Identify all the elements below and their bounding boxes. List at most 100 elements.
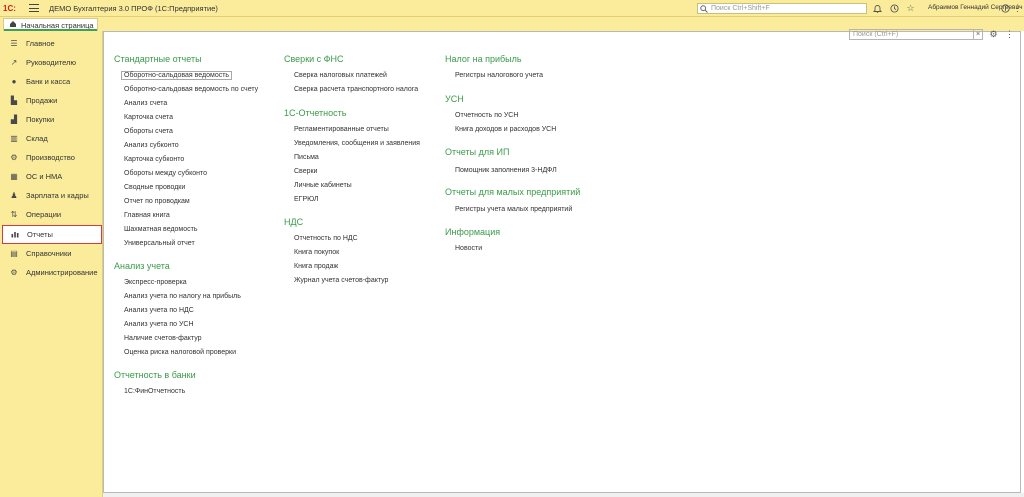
sidebar-item-label: Склад	[26, 134, 48, 143]
section-title-standard: Стандартные отчеты	[114, 54, 202, 64]
report-link[interactable]: Универсальный отчет	[124, 240, 195, 247]
sidebar-item-sales[interactable]: ▙ Продажи	[2, 91, 102, 110]
title-bar: 1С: ДЕМО Бухгалтерия 3.0 ПРОФ (1С:Предпр…	[0, 0, 1024, 17]
sidebar-item-label: ОС и НМА	[26, 172, 63, 181]
sidebar-item-label: Зарплата и кадры	[26, 191, 89, 200]
report-link[interactable]: 1С:ФинОтчетность	[124, 388, 185, 395]
report-link[interactable]: Оборотно-сальдовая ведомость	[121, 71, 233, 80]
section-title-info: Информация	[445, 227, 501, 237]
report-link[interactable]: Анализ счета	[124, 100, 167, 107]
sidebar-item-salary[interactable]: ♟ Зарплата и кадры	[2, 186, 102, 205]
sidebar-item-warehouse[interactable]: ▥ Склад	[2, 129, 102, 148]
bell-icon[interactable]	[872, 3, 883, 14]
report-link[interactable]: Главная книга	[124, 212, 170, 219]
sidebar-item-operations[interactable]: ⇅ Операции	[2, 205, 102, 224]
sidebar-item-fixed-assets[interactable]: ▦ ОС и НМА	[2, 167, 102, 186]
horizontal-scrollbar[interactable]	[103, 493, 1024, 497]
sidebar-item-catalogs[interactable]: ▤ Справочники	[2, 244, 102, 263]
report-link[interactable]: Регистры налогового учета	[455, 72, 543, 79]
report-link[interactable]: Наличие счетов-фактур	[124, 335, 202, 342]
report-link[interactable]: Сверка расчета транспортного налога	[294, 86, 418, 93]
more-icon[interactable]: ⋮	[1012, 3, 1023, 14]
chart-up-icon: ↗	[10, 58, 18, 67]
gear-icon[interactable]: ⚙	[988, 29, 999, 40]
info-icon[interactable]	[1000, 3, 1011, 14]
tab-home-label: Начальная страница	[21, 20, 94, 30]
book-icon: ▤	[10, 249, 18, 258]
report-link[interactable]: Оборотно-сальдовая ведомость по счету	[124, 86, 258, 93]
report-link[interactable]: Шахматная ведомость	[124, 226, 197, 233]
report-link[interactable]: Анализ учета по УСН	[124, 321, 194, 328]
report-link[interactable]: Журнал учета счетов-фактур	[294, 277, 388, 284]
operations-icon: ⇅	[10, 210, 18, 219]
report-link[interactable]: Сводные проводки	[124, 184, 185, 191]
section-title-ip: Отчеты для ИП	[445, 147, 510, 157]
report-link[interactable]: Экспресс-проверка	[124, 279, 187, 286]
sidebar-item-admin[interactable]: ⚙ Администрирование	[2, 263, 102, 282]
section-title-reporting: 1С-Отчетность	[284, 108, 347, 118]
report-link[interactable]: Регламентированные отчеты	[294, 126, 389, 133]
report-link[interactable]: Письма	[294, 154, 319, 161]
report-link[interactable]: Карточка субконто	[124, 156, 184, 163]
report-link[interactable]: Личные кабинеты	[294, 182, 352, 189]
factory-icon: ⚙	[10, 153, 18, 162]
search-icon	[700, 4, 708, 13]
bar-chart-icon	[10, 230, 20, 240]
section-title-usn: УСН	[445, 94, 464, 104]
sidebar-item-label: Банк и касса	[26, 77, 71, 86]
section-title-small: Отчеты для малых предприятий	[445, 187, 581, 197]
section-title-fns: Сверки с ФНС	[284, 54, 344, 64]
star-icon[interactable]: ☆	[905, 3, 916, 14]
report-link[interactable]: ЕГРЮЛ	[294, 196, 318, 203]
report-link[interactable]: Карточка счета	[124, 114, 173, 121]
report-link[interactable]: Обороты между субконто	[124, 170, 207, 177]
global-search-input[interactable]: Поиск Ctrl+Shift+F	[697, 3, 867, 14]
sidebar-item-main[interactable]: ☰ Главное	[2, 34, 102, 53]
section-title-vat: НДС	[284, 217, 304, 227]
sidebar-item-label: Главное	[26, 39, 55, 48]
report-link[interactable]: Обороты счета	[124, 128, 173, 135]
sidebar-item-label: Справочники	[26, 249, 72, 258]
report-link[interactable]: Новости	[455, 245, 482, 252]
panel-search-input[interactable]: Поиск (Ctrl+F) ×	[849, 29, 983, 40]
report-link[interactable]: Сверки	[294, 168, 317, 175]
report-link[interactable]: Помощник заполнения 3-НДФЛ	[455, 167, 557, 174]
building-icon: ▦	[10, 172, 18, 181]
section-title-analysis: Анализ учета	[114, 261, 170, 271]
cart-icon: ▙	[10, 96, 18, 105]
sidebar-item-production[interactable]: ⚙ Производство	[2, 148, 102, 167]
report-link[interactable]: Анализ учета по налогу на прибыль	[124, 293, 241, 300]
report-link[interactable]: Книга доходов и расходов УСН	[455, 126, 556, 133]
menu-icon[interactable]	[29, 3, 39, 13]
report-link[interactable]: Уведомления, сообщения и заявления	[294, 140, 420, 147]
reports-panel: Поиск (Ctrl+F) × ⚙ ⋮ Стандартные отчеты …	[103, 29, 1021, 493]
report-link[interactable]: Отчет по проводкам	[124, 198, 190, 205]
clear-icon[interactable]: ×	[973, 30, 982, 39]
sidebar-item-bank[interactable]: ● Банк и касса	[2, 72, 102, 91]
more-icon[interactable]: ⋮	[1004, 29, 1015, 40]
report-link[interactable]: Отчетность по НДС	[294, 235, 358, 242]
report-link[interactable]: Регистры учета малых предприятий	[455, 206, 572, 213]
global-search-placeholder: Поиск Ctrl+Shift+F	[711, 5, 770, 12]
sidebar: ☰ Главное ↗ Руководителю ● Банк и касса …	[0, 31, 103, 497]
report-link[interactable]: Анализ субконто	[124, 142, 179, 149]
sidebar-item-label: Продажи	[26, 96, 58, 105]
sidebar-item-label: Руководителю	[26, 58, 77, 67]
report-link[interactable]: Отчетность по УСН	[455, 112, 518, 119]
history-icon[interactable]	[889, 3, 900, 14]
report-link[interactable]: Анализ учета по НДС	[124, 307, 194, 314]
sidebar-item-manager[interactable]: ↗ Руководителю	[2, 53, 102, 72]
report-link[interactable]: Книга покупок	[294, 249, 339, 256]
sidebar-item-label: Отчеты	[27, 230, 53, 239]
report-link[interactable]: Сверка налоговых платежей	[294, 72, 387, 79]
sidebar-item-purchases[interactable]: ▟ Покупки	[2, 110, 102, 129]
sidebar-item-label: Покупки	[26, 115, 55, 124]
report-link[interactable]: Оценка риска налоговой проверки	[124, 349, 236, 356]
section-title-profit: Налог на прибыль	[445, 54, 522, 64]
tab-home[interactable]: Начальная страница	[3, 18, 98, 31]
sidebar-item-reports[interactable]: Отчеты	[2, 225, 102, 244]
sidebar-item-label: Операции	[26, 210, 62, 219]
warehouse-icon: ▥	[10, 134, 18, 143]
basket-icon: ▟	[10, 115, 18, 124]
report-link[interactable]: Книга продаж	[294, 263, 338, 270]
